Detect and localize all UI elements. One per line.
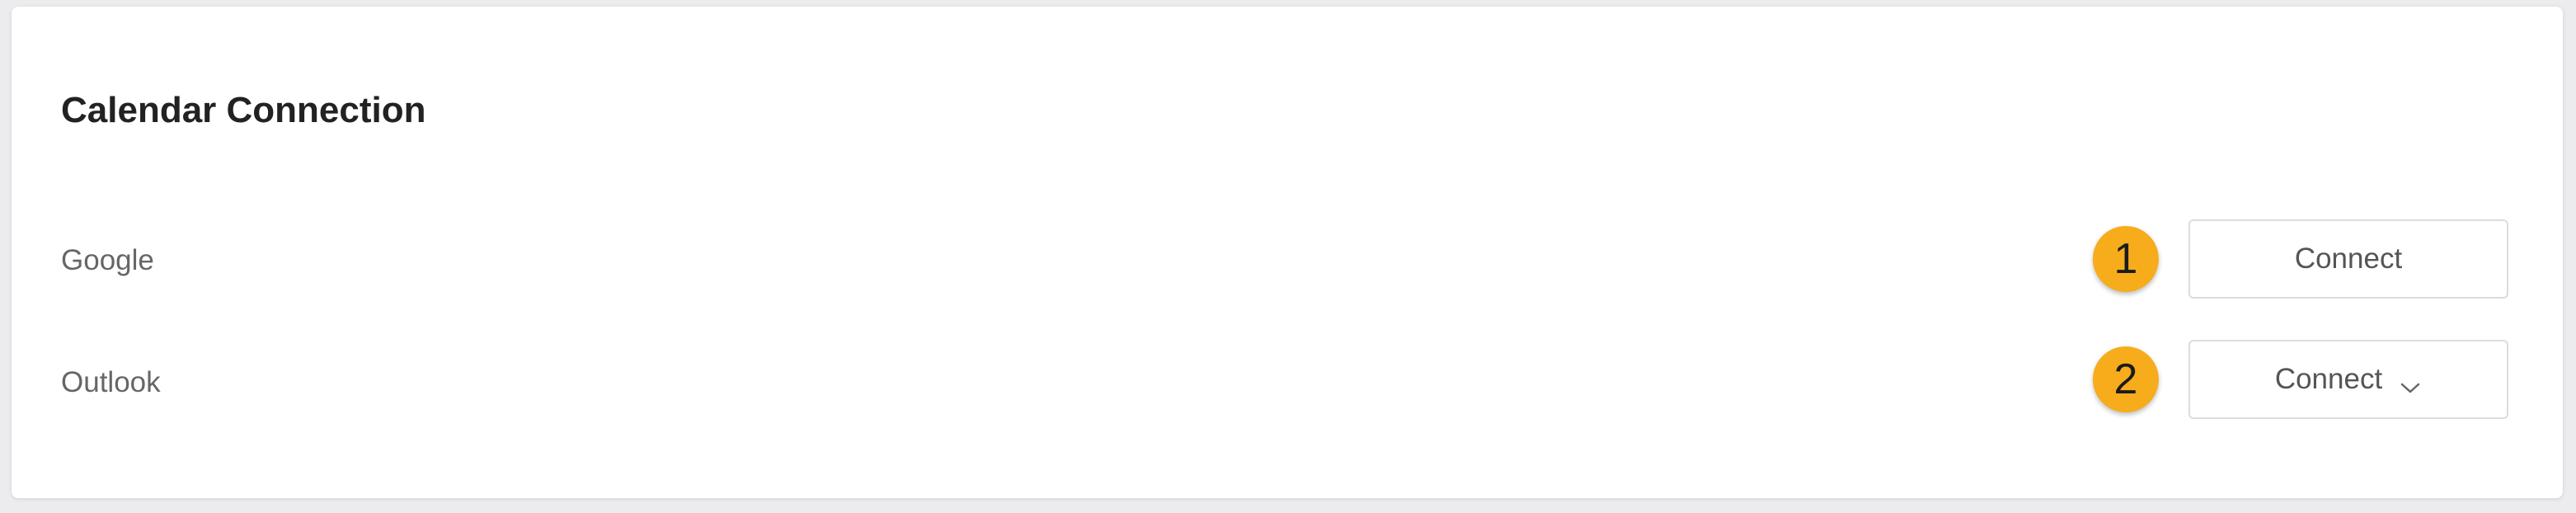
google-connect-button[interactable]: Connect <box>2188 219 2508 299</box>
card-title: Calendar Connection <box>61 90 426 130</box>
outlook-label: Outlook <box>61 366 161 398</box>
chevron-down-icon <box>2399 371 2422 393</box>
step-badge-1: 1 <box>2093 226 2159 292</box>
outlook-connect-dropdown-button[interactable]: Connect <box>2188 340 2508 419</box>
step-badge-2: 2 <box>2093 346 2159 412</box>
calendar-connection-card: Calendar Connection Google 1 Connect Out… <box>12 7 2563 498</box>
outlook-connect-label: Connect <box>2274 363 2383 395</box>
google-connect-label: Connect <box>2294 242 2403 275</box>
google-label: Google <box>61 244 154 276</box>
